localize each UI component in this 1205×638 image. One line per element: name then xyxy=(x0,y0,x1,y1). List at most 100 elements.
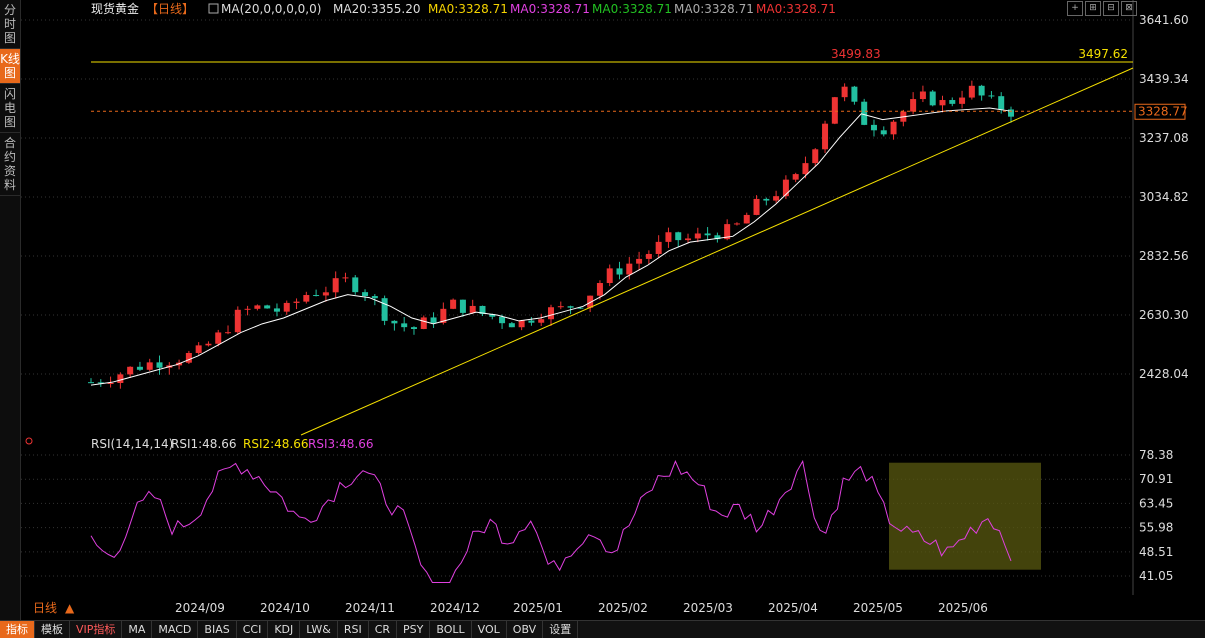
bottom-toolbar: 指标 模板 VIP指标 MA MACD BIAS CCI KDJ LW& RSI CR PSY BOLL… xyxy=(0,620,1205,638)
candle-body xyxy=(410,327,417,330)
x-axis-label: 2025/03 xyxy=(683,601,733,615)
candle-body xyxy=(225,332,232,334)
toolbar-item-boll-12[interactable]: BOLL xyxy=(430,621,472,638)
y-tick-label: 2428.04 xyxy=(1139,367,1189,381)
candle-body xyxy=(567,306,574,308)
candle-body xyxy=(812,149,819,164)
sidebar-tab-0[interactable]: 分时图 xyxy=(0,0,20,49)
toolbar-item-macd-4[interactable]: MACD xyxy=(152,621,199,638)
x-axis-label: 2025/02 xyxy=(598,601,648,615)
rsi3-value: RSI3:48.66 xyxy=(308,437,374,451)
toolbar-item-cr-10[interactable]: CR xyxy=(369,621,398,638)
rsi-y-tick-label: 41.05 xyxy=(1139,569,1173,583)
candle-body xyxy=(117,374,124,383)
window-button-2[interactable]: ⊟ xyxy=(1103,1,1119,16)
rsi-y-tick-label: 78.38 xyxy=(1139,448,1173,462)
candle-body xyxy=(753,198,760,215)
candle-body xyxy=(371,296,378,299)
rsi-y-tick-label: 70.91 xyxy=(1139,472,1173,486)
toolbar-item-vip-2[interactable]: VIP指标 xyxy=(70,621,123,638)
toolbar-item-vol-13[interactable]: VOL xyxy=(472,621,507,638)
candle-body xyxy=(205,343,212,346)
candle-body xyxy=(332,278,339,293)
toolbar-item-psy-11[interactable]: PSY xyxy=(397,621,431,638)
resistance-label: 3497.62 xyxy=(1078,47,1128,61)
candle-body xyxy=(802,163,809,175)
toolbar-item-cci-6[interactable]: CCI xyxy=(237,621,269,638)
chart-settings-icon[interactable] xyxy=(208,3,219,14)
candle-body xyxy=(763,198,770,201)
period-arrow-icon: ▲ xyxy=(65,601,75,615)
high-price-label: 3499.83 xyxy=(831,47,881,61)
window-button-1[interactable]: ⊞ xyxy=(1085,1,1101,16)
candle-body xyxy=(508,323,515,328)
sidebar-tab-3[interactable]: 合约资料 xyxy=(0,133,20,196)
toolbar-item-obv-14[interactable]: OBV xyxy=(507,621,544,638)
candle-body xyxy=(978,85,985,96)
candle-body xyxy=(518,320,525,328)
candle-body xyxy=(244,308,251,310)
candle-body xyxy=(127,366,134,375)
candle-body xyxy=(264,305,271,309)
sidebar-tab-2[interactable]: 闪电图 xyxy=(0,84,20,133)
trend-line xyxy=(300,67,1134,436)
toolbar-item--1[interactable]: 模板 xyxy=(35,621,70,638)
toolbar-item-rsi-9[interactable]: RSI xyxy=(338,621,369,638)
y-tick-label: 3641.60 xyxy=(1139,13,1189,27)
toolbar-item--15[interactable]: 设置 xyxy=(543,621,579,638)
toolbar-item-lw-8[interactable]: LW& xyxy=(300,621,338,638)
candle-body xyxy=(548,307,554,320)
candle-body xyxy=(146,362,153,370)
candle-body xyxy=(606,268,613,284)
candle-body xyxy=(616,268,623,275)
candle-body xyxy=(949,100,956,104)
candle-body xyxy=(88,382,94,384)
toolbar-item-kdj-7[interactable]: KDJ xyxy=(268,621,301,638)
ma0-value-0: MA0:3328.71 xyxy=(428,2,508,16)
candle-body xyxy=(420,317,427,330)
candle-body xyxy=(792,174,799,180)
window-button-3[interactable]: ⊠ xyxy=(1121,1,1137,16)
rsi-settings-icon[interactable] xyxy=(25,437,33,445)
x-axis-label: 2024/09 xyxy=(175,601,225,615)
candle-body xyxy=(528,320,535,323)
ma20-line xyxy=(90,107,1012,386)
y-tick-label: 3034.82 xyxy=(1139,190,1189,204)
candle-body xyxy=(704,233,711,236)
candle-body xyxy=(254,305,261,309)
kline-chart[interactable]: 现货黄金 【日线】 MA(20,0,0,0,0,0) MA20:3355.20 MA0:… xyxy=(21,0,1205,620)
x-axis-label: 2024/11 xyxy=(345,601,395,615)
candle-body xyxy=(968,85,975,98)
candle-body xyxy=(401,323,408,328)
candle-body xyxy=(675,232,682,241)
candle-body xyxy=(499,316,506,324)
y-tick-label: 2832.56 xyxy=(1139,249,1189,263)
y-tick-label: 3237.08 xyxy=(1139,131,1189,145)
candle-body xyxy=(450,299,457,309)
candle-body xyxy=(959,97,966,104)
candle-body xyxy=(636,258,643,264)
candle-body xyxy=(880,130,887,135)
toolbar-item-bias-5[interactable]: BIAS xyxy=(198,621,237,638)
x-axis-label: 2025/05 xyxy=(853,601,903,615)
candle-body xyxy=(215,332,222,344)
candle-body xyxy=(998,96,1005,110)
toolbar-item-ma-3[interactable]: MA xyxy=(122,621,153,638)
candle-body xyxy=(538,319,545,323)
candle-body xyxy=(890,121,897,135)
candle-body xyxy=(352,277,359,293)
rsi-y-tick-label: 48.51 xyxy=(1139,545,1173,559)
candle-body xyxy=(185,352,192,363)
candle-body xyxy=(391,320,398,324)
candle-body xyxy=(685,238,692,241)
candle-body xyxy=(469,305,476,313)
candle-body xyxy=(988,95,995,97)
chart-area[interactable]: 现货黄金 【日线】 MA(20,0,0,0,0,0) MA20:3355.20 MA0:… xyxy=(21,0,1205,620)
toolbar-item--0[interactable]: 指标 xyxy=(0,621,35,638)
candle-body xyxy=(342,277,349,279)
sidebar-tab-1[interactable]: K线图 xyxy=(0,49,20,84)
window-button-0[interactable]: + xyxy=(1067,1,1083,16)
candle-body xyxy=(195,345,202,353)
candle-body xyxy=(645,253,652,259)
y-tick-label: 2630.30 xyxy=(1139,308,1189,322)
